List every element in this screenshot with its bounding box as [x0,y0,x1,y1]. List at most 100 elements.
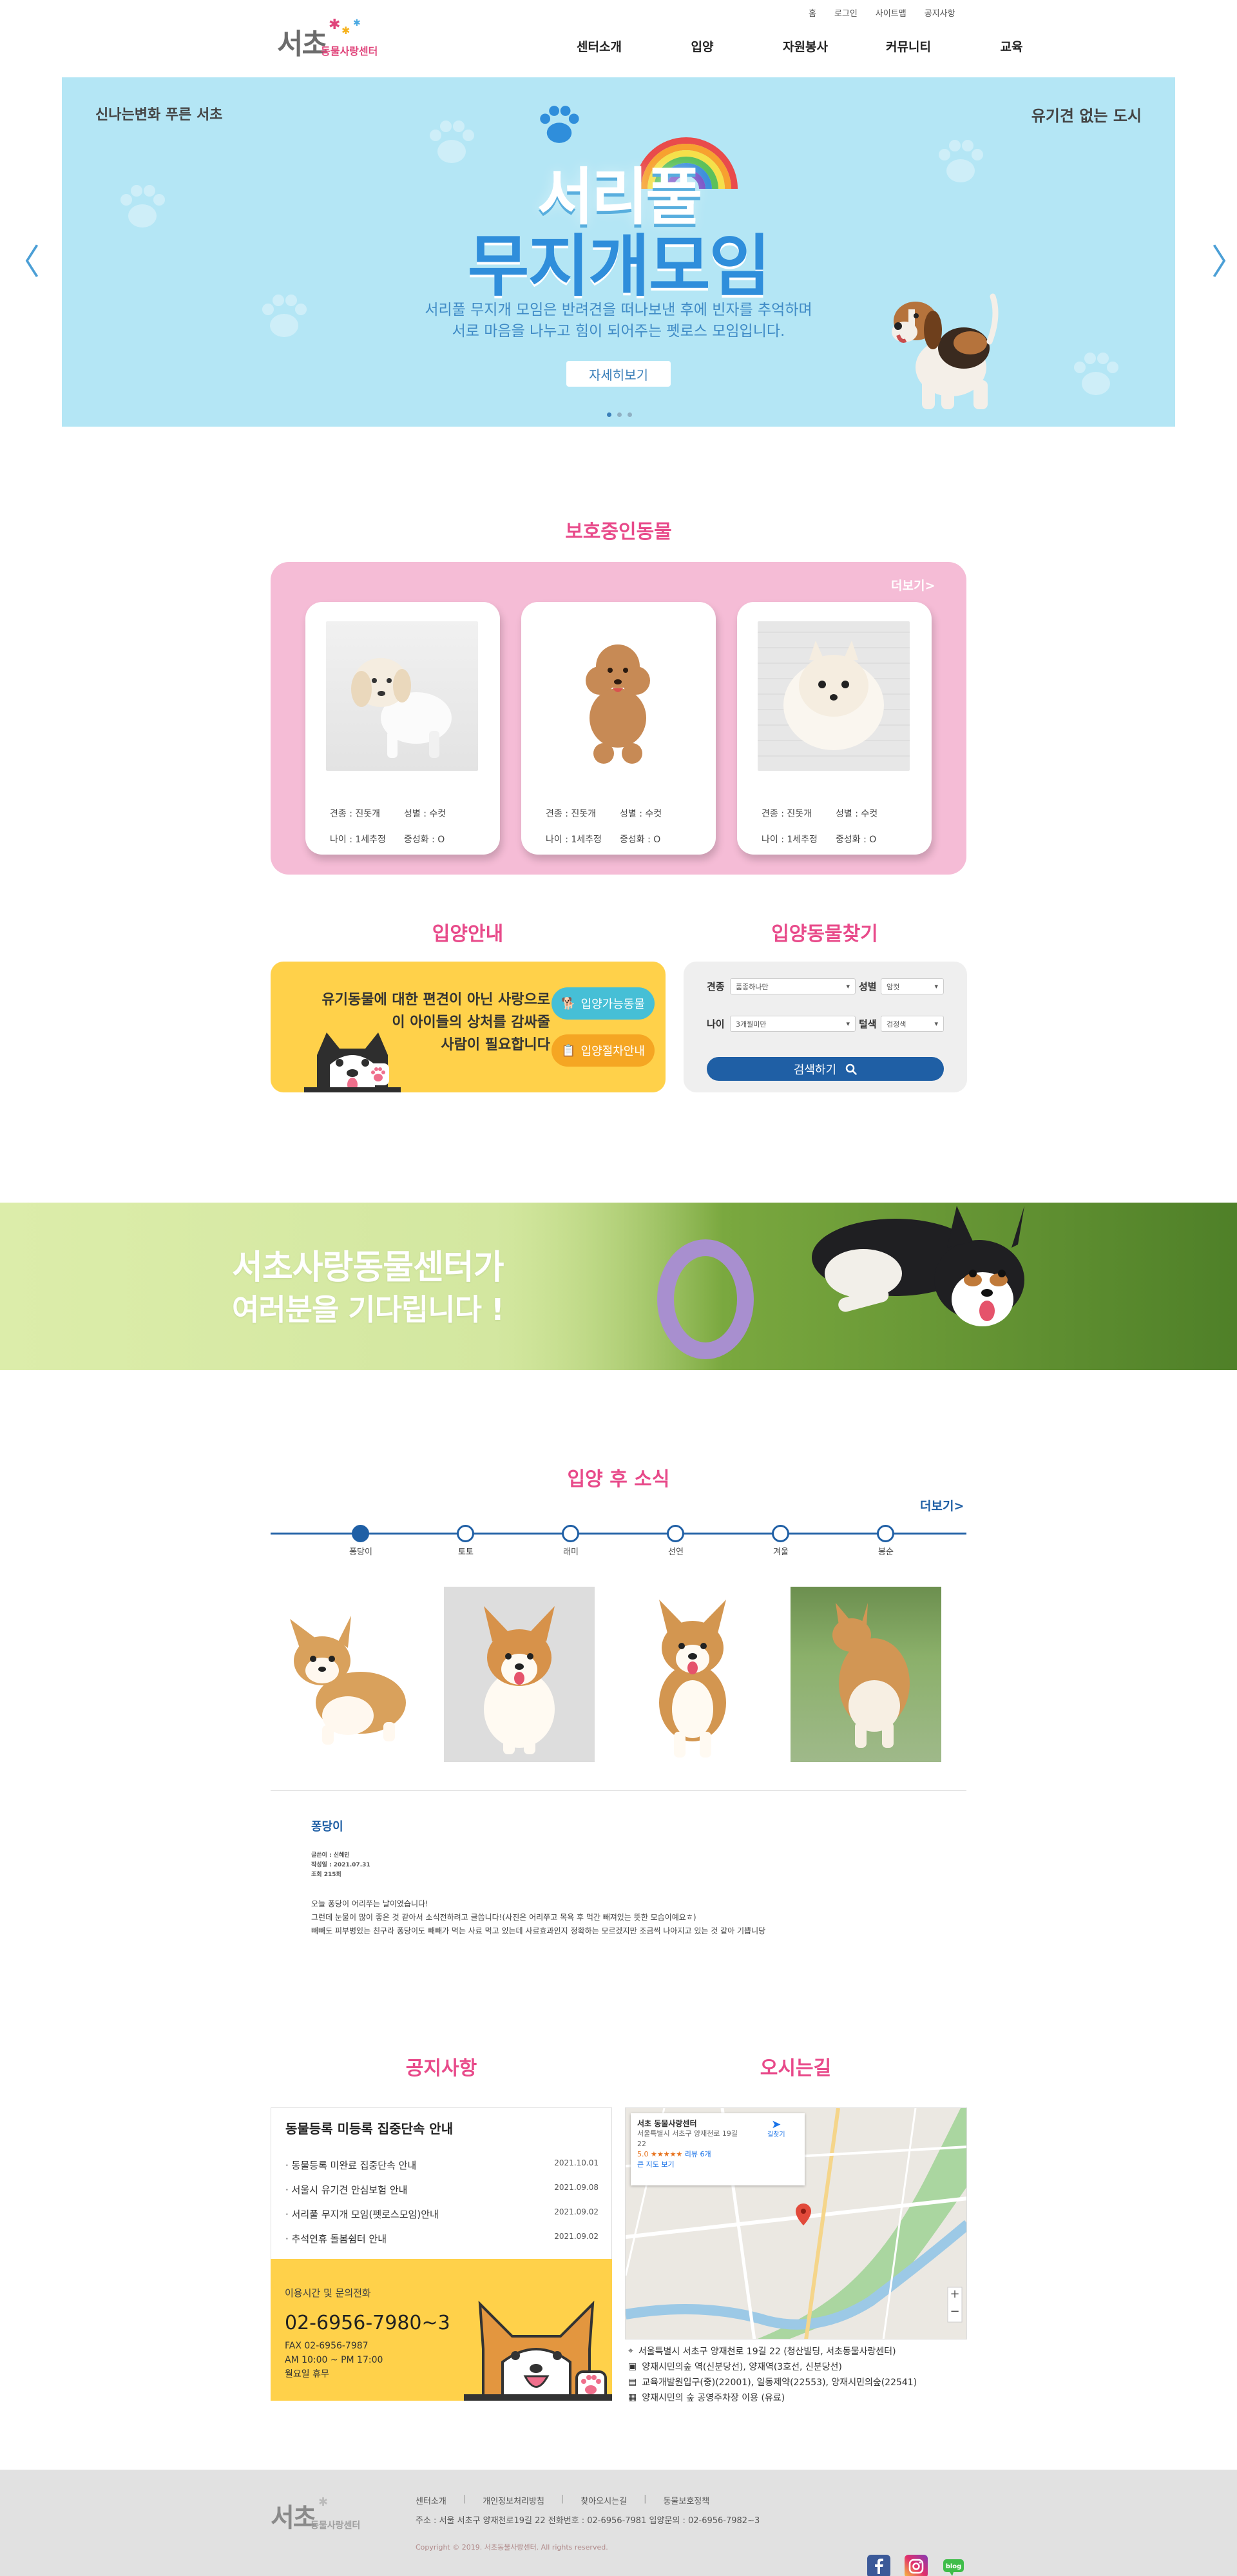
color-select[interactable]: 검정색 ▾ [881,1016,944,1032]
paw-icon [1074,353,1118,395]
paw-icon [540,106,579,143]
timeline-node[interactable] [877,1525,894,1542]
notice-item-text: · 서울시 유기견 안심보험 안내 [285,2184,408,2196]
timeline-node[interactable] [352,1525,369,1542]
notice-item[interactable]: · 서울시 유기견 안심보험 안내 2021.09.08 [285,2183,599,2196]
news-body-line: 오늘 퐁당이 어리쭈는 날이였습니다! [311,1899,428,1908]
zoom-out-button[interactable]: − [948,2305,962,2322]
map-route-label: 길찾기 [767,2131,785,2138]
footer-link-privacy[interactable]: 개인정보처리방침 [483,2494,544,2506]
hero-dot[interactable] [617,412,622,417]
footer-divider: | [644,2494,647,2504]
adoption-procedure-button[interactable]: 📋 입양절차안내 [551,1034,655,1067]
sex-select[interactable]: 암컷 ▾ [881,978,944,994]
section-title-adopt-search: 입양동물찾기 [771,923,878,945]
sex-select-value: 암컷 [887,982,900,991]
map-larger-link[interactable]: 큰 지도 보기 [637,2160,798,2170]
news-post-body: 오늘 퐁당이 어리쭈는 날이였습니다! 그런데 눈물이 많이 좋은 것 같아서 … [311,1897,930,1938]
hero-title-line2: 무지개모임 [467,227,771,305]
notice-item[interactable]: · 동물등록 미완료 집중단속 안내 2021.10.01 [285,2158,599,2172]
parking-icon: ▦ [628,2392,637,2403]
chevron-down-icon: ▾ [934,1020,938,1028]
nav-education[interactable]: 교육 [960,37,1063,55]
animal-card[interactable]: 견종 : 진돗개 성별 : 수컷 나이 : 1세추정 중성화 : O [521,602,716,855]
sex-label: 성별 [859,981,877,993]
adoptable-animals-button[interactable]: 🐕 입양가능동물 [551,987,655,1020]
map-place-address: 서울특별시 서초구 양재천로 19길 22 [637,2129,738,2148]
map-route-button[interactable]: ➤ 길찾기 [767,2118,785,2140]
hero-next-arrow[interactable]: 〉 [1211,233,1237,284]
notice-item[interactable]: · 서리풀 무지개 모임(펫로스모임)안내 2021.09.02 [285,2207,599,2221]
logo-text: 서초 [277,28,328,61]
timeline-node[interactable] [562,1525,579,1542]
hero-dot[interactable] [607,412,611,417]
nav-adoption[interactable]: 입양 [651,37,754,55]
contact-holiday: 월요일 휴무 [285,2369,329,2379]
protected-more-link[interactable]: 더보기> [891,576,935,594]
star-icon: ✱ [318,2495,329,2509]
hero-dot[interactable] [628,412,632,417]
timeline-node[interactable] [667,1525,684,1542]
footer-link-intro[interactable]: 센터소개 [416,2494,446,2506]
map-reviews-link[interactable]: 리뷰 6개 [685,2150,711,2158]
news-photo[interactable] [444,1587,595,1762]
location-map[interactable]: 서초 동물사랑센터 서울특별시 서초구 양재천로 19길 22 5.0 ★★★★… [625,2107,967,2339]
instagram-icon[interactable] [905,2555,928,2576]
no-stray-dog-city-logo: 유기견 없는 도시 [1031,107,1142,125]
top-link-notice[interactable]: 공지사항 [925,6,955,19]
hero-description: 서리풀 무지개 모임은 반려견을 떠나보낸 후에 빈자를 추억하며 서로 마음을… [62,300,1175,342]
top-link-sitemap[interactable]: 사이트맵 [876,6,906,19]
nav-center-intro[interactable]: 센터소개 [548,37,651,55]
animal-card[interactable]: 견종 : 진돗개 성별 : 수컷 나이 : 1세추정 중성화 : O [305,602,500,855]
news-more-link[interactable]: 더보기> [920,1496,964,1514]
animal-info: 견종 : 진돗개 성별 : 수컷 나이 : 1세추정 중성화 : O [762,807,910,846]
blog-icon[interactable]: blog [942,2555,965,2576]
contact-label: 이용시간 및 문의전화 [285,2287,371,2299]
contact-phone[interactable]: 02-6956-7980~3 [285,2312,450,2334]
zoom-in-button[interactable]: + [948,2287,962,2305]
notice-item[interactable]: · 추석연휴 돌봄쉼터 안내 2021.09.02 [285,2232,599,2245]
section-title-directions: 오시는길 [760,2057,832,2080]
news-photo[interactable] [617,1587,768,1762]
facebook-icon[interactable] [867,2555,890,2576]
hero-prev-arrow[interactable]: 〈 [5,233,40,284]
notice-item-date: 2021.09.02 [554,2232,599,2241]
beagle-dog-image [892,293,999,409]
footer-copyright: Copyright © 2019. 서초동물사랑센터. All rights r… [416,2543,608,2552]
age-select[interactable]: 3개월미만 ▾ [730,1016,856,1032]
timeline-label: 겨울 [773,1547,789,1557]
nav-community[interactable]: 커뮤니티 [857,37,960,55]
animal-breed: 견종 : 진돗개 [330,809,381,819]
animal-card[interactable]: 견종 : 진돗개 성별 : 수컷 나이 : 1세추정 중성화 : O [737,602,932,855]
search-icon [845,1063,857,1075]
top-link-login[interactable]: 로그인 [834,6,858,19]
hero-detail-button[interactable]: 자세히보기 [566,361,671,387]
footer-divider: | [561,2494,564,2504]
animal-sex: 성별 : 수컷 [836,809,878,819]
animal-neuter: 중성화 : O [620,835,661,845]
timeline-node[interactable] [772,1525,789,1542]
timeline-node[interactable] [457,1525,474,1542]
nav-volunteer[interactable]: 자원봉사 [754,37,857,55]
search-button[interactable]: 검색하기 [707,1057,944,1081]
animal-breed: 견종 : 진돗개 [546,809,597,819]
notice-headline[interactable]: 동물등록 미등록 집중단속 안내 [285,2118,453,2137]
contact-hours: AM 10:00 ~ PM 17:00 [285,2355,383,2365]
age-select-value: 3개월미만 [736,1020,767,1029]
site-logo[interactable]: 서초 ✱ ✱ ✱ 동물사랑센터 [277,17,425,61]
footer-logo[interactable]: 서초 ✱ 동물사랑센터 [271,2495,399,2535]
animal-photo [326,621,478,771]
footer-link-directions[interactable]: 찾아오시는길 [580,2494,627,2506]
top-link-home[interactable]: 홈 [809,6,816,19]
hero-slider: 신나는변화 푸른 서초 유기견 없는 도시 서리풀 무지개모임 서리풀 무지개 … [62,77,1175,427]
news-photo[interactable] [791,1587,941,1762]
directions-icon: ➤ [771,2118,782,2131]
map-rating: 5.0 ★★★★★ [637,2150,683,2158]
news-photo[interactable] [271,1587,421,1762]
animal-photo [542,621,694,771]
notice-item-label: 서울시 유기견 안심보험 안내 [291,2184,408,2196]
footer-link-protection[interactable]: 동물보호정책 [663,2494,709,2506]
banner-line1: 서초사랑동물센터가 [232,1248,504,1287]
animal-age: 나이 : 1세추정 [330,835,386,845]
breed-select[interactable]: 품종하나만 ▾ [730,978,856,994]
